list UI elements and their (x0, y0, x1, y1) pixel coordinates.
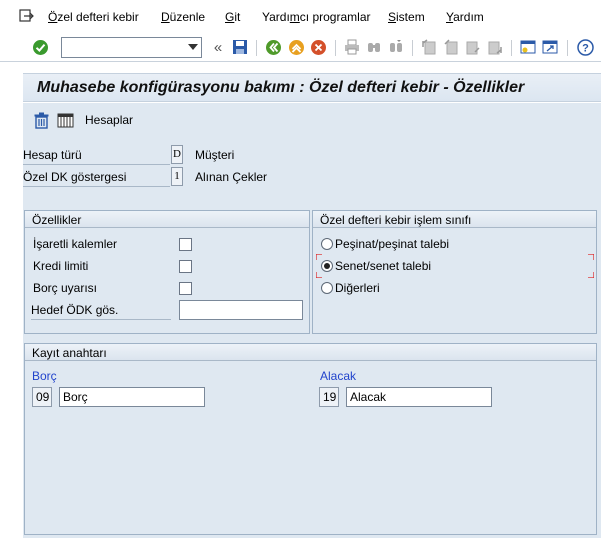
target-sgl-input[interactable] (179, 300, 303, 320)
bill-of-exchange-label[interactable]: Senet/senet talebi (335, 259, 431, 273)
print-icon[interactable] (343, 38, 361, 56)
special-gl-indicator-code: 1 (171, 167, 183, 186)
credit-code: 19 (319, 387, 339, 407)
application-toolbar: Hesaplar (23, 103, 601, 136)
commitment-warning-checkbox[interactable] (179, 282, 192, 295)
debit-code: 09 (32, 387, 52, 407)
others-label[interactable]: Diğerleri (335, 281, 380, 295)
transaction-class-group-title: Özel defteri kebir işlem sınıfı (313, 211, 596, 228)
menu-icon[interactable] (19, 9, 35, 23)
menu-help[interactable]: Yardım (446, 10, 484, 24)
focus-marker (588, 254, 594, 260)
target-sgl-label: Hedef ÖDK gös. (31, 300, 171, 320)
exit-icon[interactable] (287, 38, 305, 56)
posting-key-group-title: Kayıt anahtarı (25, 344, 596, 361)
debit-label: Borç (32, 369, 57, 383)
focus-marker (316, 272, 322, 278)
special-gl-indicator-label: Özel DK göstergesi (23, 167, 170, 187)
focus-marker (316, 254, 322, 260)
properties-group: Özellikler İşaretli kalemler Kredi limit… (24, 210, 310, 334)
toolbar-separator (567, 40, 568, 56)
accounts-button[interactable]: Hesaplar (85, 113, 133, 127)
credit-limit-checkbox[interactable] (179, 260, 192, 273)
help-icon[interactable]: ? (576, 38, 594, 56)
find-next-icon[interactable] (387, 38, 405, 56)
credit-limit-label: Kredi limiti (33, 259, 89, 273)
title-bar: Muhasebe konfigürasyonu bakımı : Özel de… (23, 73, 601, 102)
noted-items-label: İşaretli kalemler (33, 237, 118, 251)
svg-text:?: ? (582, 42, 589, 54)
bill-of-exchange-radio[interactable] (321, 260, 333, 272)
posting-key-group: Kayıt anahtarı Borç 09 Alacak 19 (24, 343, 597, 535)
toolbar-separator (412, 40, 413, 56)
back-icon[interactable] (264, 38, 282, 56)
first-page-icon[interactable] (420, 38, 438, 56)
transaction-class-group: Özel defteri kebir işlem sınıfı Peşinat/… (312, 210, 597, 334)
save-icon[interactable] (231, 38, 249, 56)
previous-page-icon[interactable] (442, 38, 460, 56)
menu-utilities[interactable]: Yardımcı programlar (262, 10, 370, 24)
menu-mnemonic: Ö (48, 10, 58, 24)
last-page-icon[interactable] (486, 38, 504, 56)
credit-name-field[interactable] (346, 387, 492, 407)
menu-mnemonic: D (161, 10, 170, 24)
noted-items-checkbox[interactable] (179, 238, 192, 251)
account-type-value: Müşteri (195, 148, 235, 162)
down-payment-radio[interactable] (321, 238, 333, 250)
toolbar-separator (256, 40, 257, 56)
menu-mnemonic: S (388, 10, 397, 24)
commitment-warning-label: Borç uyarısı (33, 281, 98, 295)
command-input[interactable] (62, 38, 180, 57)
menu-bar: Özel defteri kebir Düzenle Git Yardımcı … (0, 0, 601, 34)
menu-special-gl[interactable]: Özel defteri kebir (48, 10, 139, 24)
toolbar-separator (511, 40, 512, 56)
down-payment-label[interactable]: Peşinat/peşinat talebi (335, 237, 449, 251)
find-icon[interactable] (365, 38, 383, 56)
toolbar-separator (335, 40, 336, 56)
account-type-code: D (171, 145, 183, 164)
page-title: Muhasebe konfigürasyonu bakımı : Özel de… (37, 79, 525, 96)
credit-label: Alacak (320, 369, 357, 383)
others-radio[interactable] (321, 282, 333, 294)
account-type-label: Hesap türü (23, 145, 170, 165)
menu-system[interactable]: Sistem (388, 10, 425, 24)
next-page-icon[interactable] (464, 38, 482, 56)
menu-mnemonic: Y (446, 10, 454, 24)
menu-mnemonic: m (289, 10, 300, 24)
special-gl-indicator-value: Alınan Çekler (195, 170, 268, 184)
delete-icon[interactable] (32, 111, 50, 129)
system-toolbar: « ? (0, 34, 601, 62)
main-area: Hesap türü D Müşteri Özel DK göstergesi … (23, 136, 601, 538)
chevron-down-icon[interactable] (188, 44, 198, 50)
enter-icon[interactable] (31, 38, 49, 56)
create-session-icon[interactable] (519, 38, 537, 56)
accounts-icon[interactable] (56, 111, 74, 129)
debit-name-field[interactable] (59, 387, 205, 407)
properties-group-title: Özellikler (25, 211, 309, 228)
collapse-icon[interactable]: « (209, 38, 227, 56)
menu-mnemonic: G (225, 10, 235, 24)
shortcut-icon[interactable] (541, 38, 559, 56)
menu-edit[interactable]: Düzenle (161, 10, 205, 24)
focus-marker (588, 272, 594, 278)
command-field[interactable] (61, 37, 202, 58)
menu-goto[interactable]: Git (225, 10, 240, 24)
cancel-icon[interactable] (309, 38, 327, 56)
